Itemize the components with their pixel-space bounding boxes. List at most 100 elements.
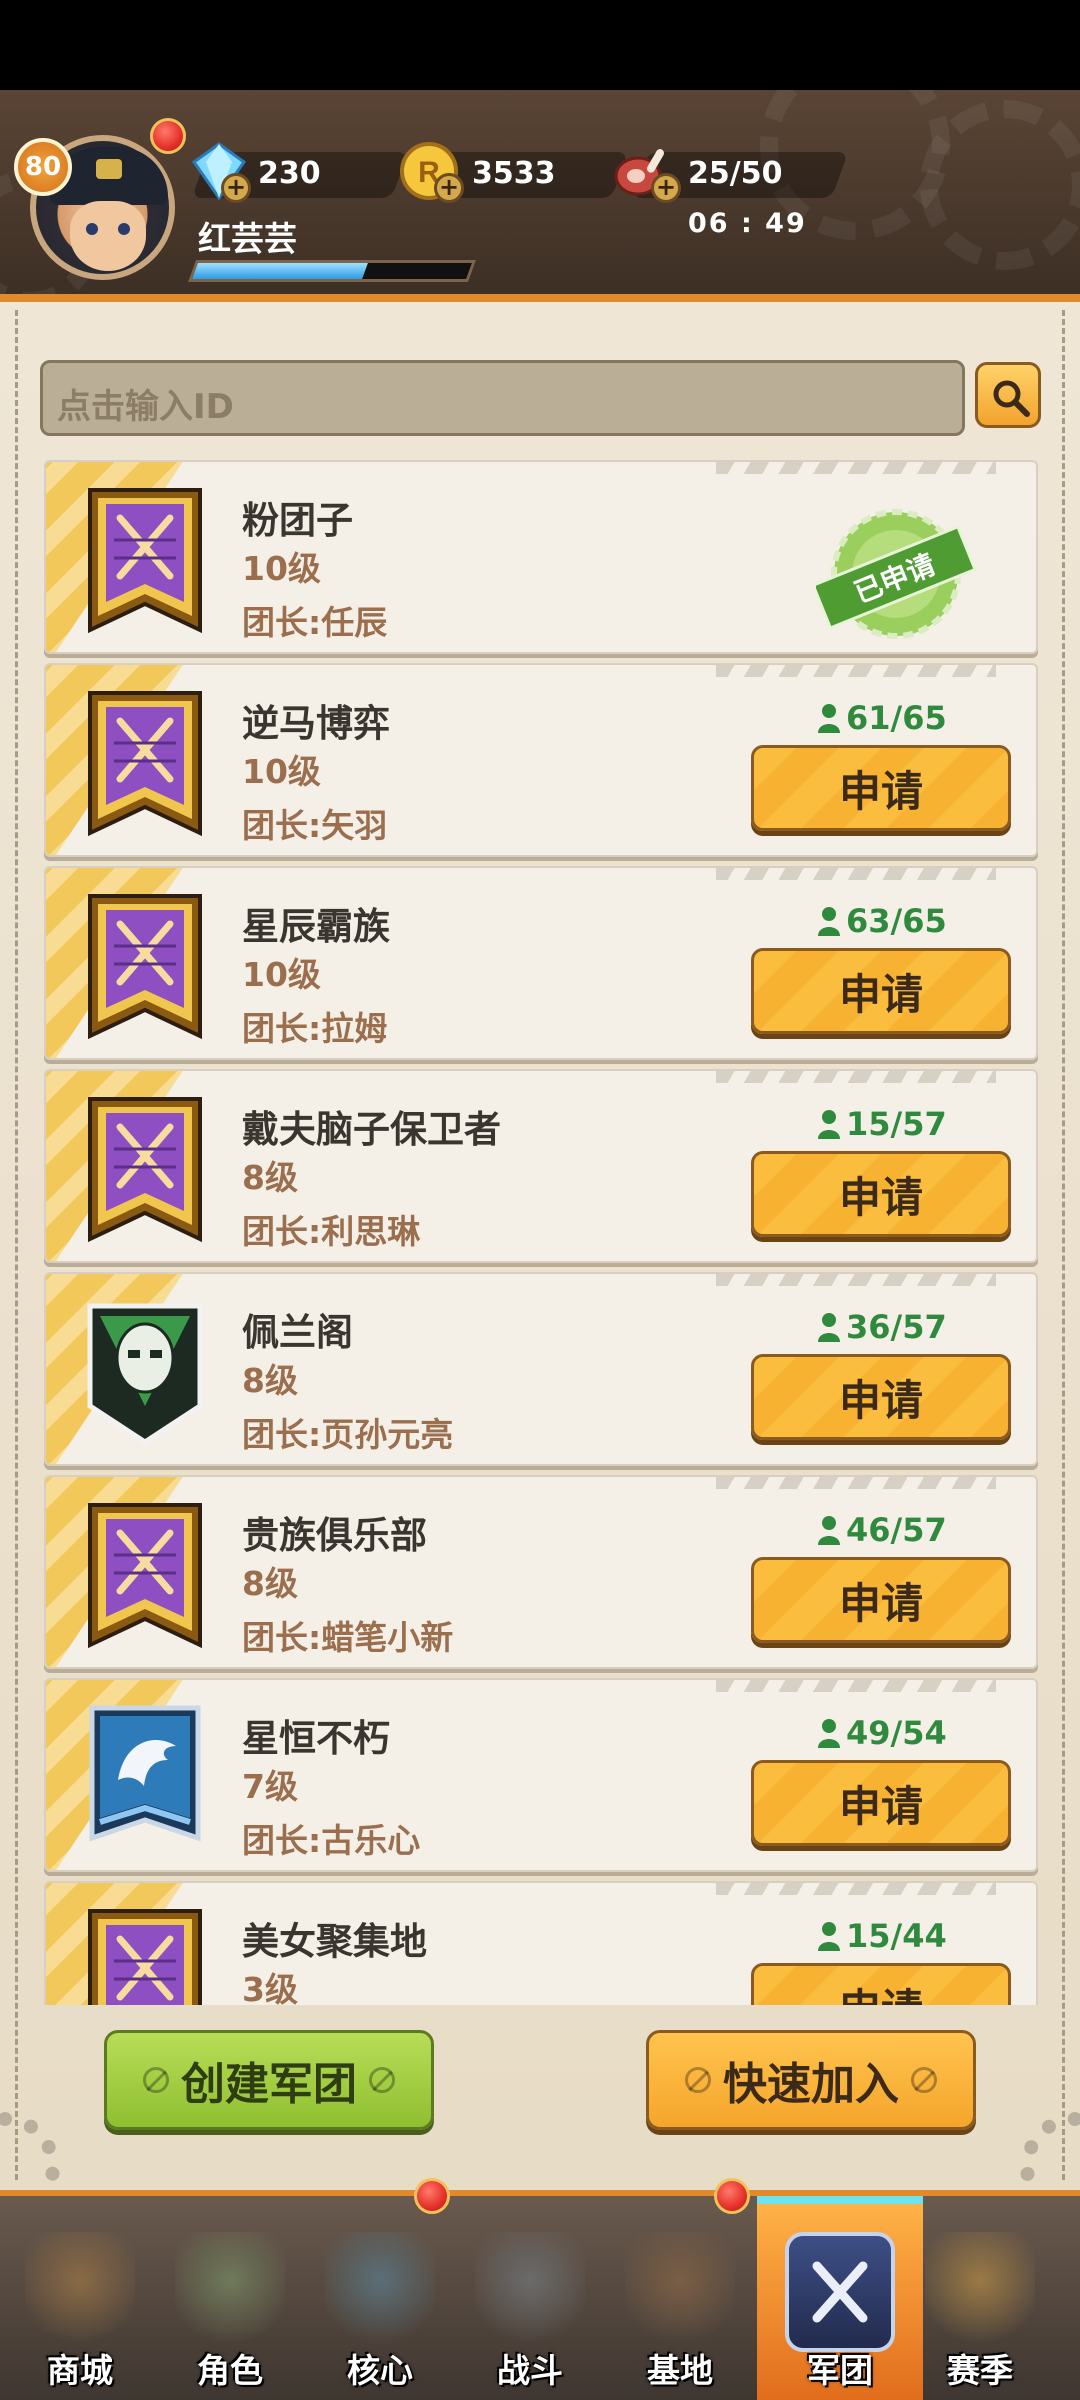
legion-name: 美女聚集地 — [242, 1920, 427, 1963]
member-count: 15/44 — [816, 1917, 947, 1955]
legion-level: 8级 — [242, 1361, 298, 1400]
legion-leader: 团长:古乐心 — [242, 1821, 421, 1860]
decor-icon — [685, 2067, 711, 2093]
person-icon — [816, 1312, 842, 1342]
season-icon — [925, 2232, 1035, 2352]
apply-button[interactable]: 申请 — [751, 948, 1011, 1034]
member-count-value: 36/57 — [846, 1308, 947, 1346]
player-level-badge: 80 — [14, 138, 72, 196]
bottom-nav: 商城 角色 核心 战斗 基地 军团 赛季 — [0, 2178, 1080, 2400]
member-count: 46/57 — [816, 1511, 947, 1549]
nav-label: 战斗 — [497, 2351, 563, 2390]
quick-join-button[interactable]: 快速加入 — [646, 2030, 976, 2130]
member-count-value: 15/57 — [846, 1105, 947, 1143]
legion-level: 10级 — [242, 955, 321, 994]
legion-name: 星恒不朽 — [242, 1717, 390, 1760]
nav-label: 核心 — [347, 2351, 413, 2390]
legion-leader: 团长:任辰 — [242, 603, 388, 642]
search-input[interactable]: 点击输入ID — [40, 360, 965, 436]
nav-item-legion[interactable]: 军团 — [765, 2222, 915, 2400]
apply-button[interactable]: 申请 — [751, 1151, 1011, 1237]
legion-level: 10级 — [242, 549, 321, 588]
legion-level: 3级 — [242, 1970, 298, 2005]
purple-guns-emblem-icon — [84, 687, 206, 837]
apply-button[interactable]: 申请 — [751, 1963, 1011, 2005]
gear-decoration — [920, 100, 1080, 270]
member-count-value: 49/54 — [846, 1714, 947, 1752]
legion-name: 逆马博弈 — [242, 702, 390, 745]
blue-eagle-emblem-icon — [84, 1702, 206, 1852]
person-icon — [816, 1109, 842, 1139]
nav-item-base[interactable]: 基地 — [605, 2222, 755, 2400]
add-diamond-button[interactable]: + — [221, 173, 251, 203]
member-count: 49/54 — [816, 1714, 947, 1752]
notification-dot — [150, 118, 186, 154]
nav-item-core[interactable]: 核心 — [305, 2222, 455, 2400]
legion-leader: 团长:矢羽 — [242, 806, 388, 845]
coin-count: 3533 — [472, 156, 556, 191]
card-pattern-decoration — [716, 1071, 996, 1083]
apply-button[interactable]: 申请 — [751, 745, 1011, 831]
legion-card[interactable]: 星辰霸族 10级团长:拉姆 63/65 申请 — [44, 866, 1038, 1060]
member-count-value: 61/65 — [846, 699, 947, 737]
applied-stamp: 已申请 — [811, 502, 978, 652]
legion-card[interactable]: 戴夫脑子保卫者 8级 团长:利思琳 15/57 申请 — [44, 1069, 1038, 1263]
player-name: 红芸芸 — [198, 219, 297, 258]
person-icon — [816, 1515, 842, 1545]
add-coin-button[interactable]: + — [434, 173, 464, 203]
create-legion-label: 创建军团 — [181, 2059, 357, 2110]
apply-button[interactable]: 申请 — [751, 1760, 1011, 1846]
card-pattern-decoration — [716, 1477, 996, 1489]
legion-leader: 团长:页孙元亮 — [242, 1415, 454, 1454]
stamina-count: 25/50 — [688, 156, 783, 191]
purple-guns-emblem-icon — [84, 890, 206, 1040]
person-icon — [816, 1921, 842, 1951]
create-legion-button[interactable]: 创建军团 — [104, 2030, 434, 2130]
card-pattern-decoration — [716, 1274, 996, 1286]
nav-item-soldier[interactable]: 角色 — [155, 2222, 305, 2400]
green-mask-emblem-icon — [84, 1296, 206, 1446]
legion-card[interactable]: 美女聚集地 3级 15/44 申请 — [44, 1881, 1038, 2005]
legion-card[interactable]: 星恒不朽 7级团长:古乐心 49/54 申请 — [44, 1678, 1038, 1872]
legion-card[interactable]: 粉团子 10级团长:任辰 已申请 — [44, 460, 1038, 654]
search-button[interactable] — [975, 362, 1041, 428]
member-count-value: 15/44 — [846, 1917, 947, 1955]
legion-icon — [785, 2232, 895, 2352]
decor-icon — [369, 2067, 395, 2093]
diamond-count: 230 — [258, 156, 321, 191]
nav-notification-dot — [414, 2178, 450, 2214]
member-count: 63/65 — [816, 902, 947, 940]
card-pattern-decoration — [716, 462, 996, 474]
apply-button[interactable]: 申请 — [751, 1354, 1011, 1440]
apply-button[interactable]: 申请 — [751, 1557, 1011, 1643]
decor-icon — [143, 2067, 169, 2093]
legion-name: 星辰霸族 — [242, 905, 390, 948]
legion-name: 佩兰阁 — [242, 1311, 353, 1354]
nav-item-shop[interactable]: 商城 — [5, 2222, 155, 2400]
legion-card[interactable]: 贵族俱乐部 8级 团长:蜡笔小新 46/57 申请 — [44, 1475, 1038, 1669]
nav-label: 角色 — [197, 2351, 263, 2390]
shop-icon — [25, 2232, 135, 2352]
person-icon — [816, 703, 842, 733]
legion-name: 贵族俱乐部 — [242, 1514, 427, 1557]
purple-guns-emblem-icon — [84, 1093, 206, 1243]
legion-leader: 团长:拉姆 — [242, 1009, 388, 1048]
add-stamina-button[interactable]: + — [651, 173, 681, 203]
person-icon — [816, 906, 842, 936]
nav-item-battle-guns[interactable]: 战斗 — [455, 2222, 605, 2400]
quick-join-label: 快速加入 — [723, 2059, 899, 2110]
battle-guns-icon — [475, 2232, 585, 2352]
member-count: 36/57 — [816, 1308, 947, 1346]
legion-card[interactable]: 佩兰阁 8级团长:页孙元亮 36/57 申请 — [44, 1272, 1038, 1466]
stamina-timer: 06 : 49 — [688, 208, 807, 239]
card-pattern-decoration — [716, 868, 996, 880]
nav-item-season[interactable]: 赛季 — [905, 2222, 1055, 2400]
base-icon — [625, 2232, 735, 2352]
legion-name: 粉团子 — [242, 499, 353, 542]
legion-card[interactable]: 逆马博弈 10级 团长:矢羽 61/65 申请 — [44, 663, 1038, 857]
purple-guns-emblem-icon — [84, 1499, 206, 1649]
xp-bar — [187, 260, 477, 282]
legion-level: 7级 — [242, 1767, 298, 1806]
legion-list[interactable]: 粉团子 10级 团长:任辰 已申请 逆马博弈 10级 团长:矢羽 61/65 申请 星辰霸族 10级… — [40, 460, 1040, 2005]
nav-label: 商城 — [47, 2351, 113, 2390]
